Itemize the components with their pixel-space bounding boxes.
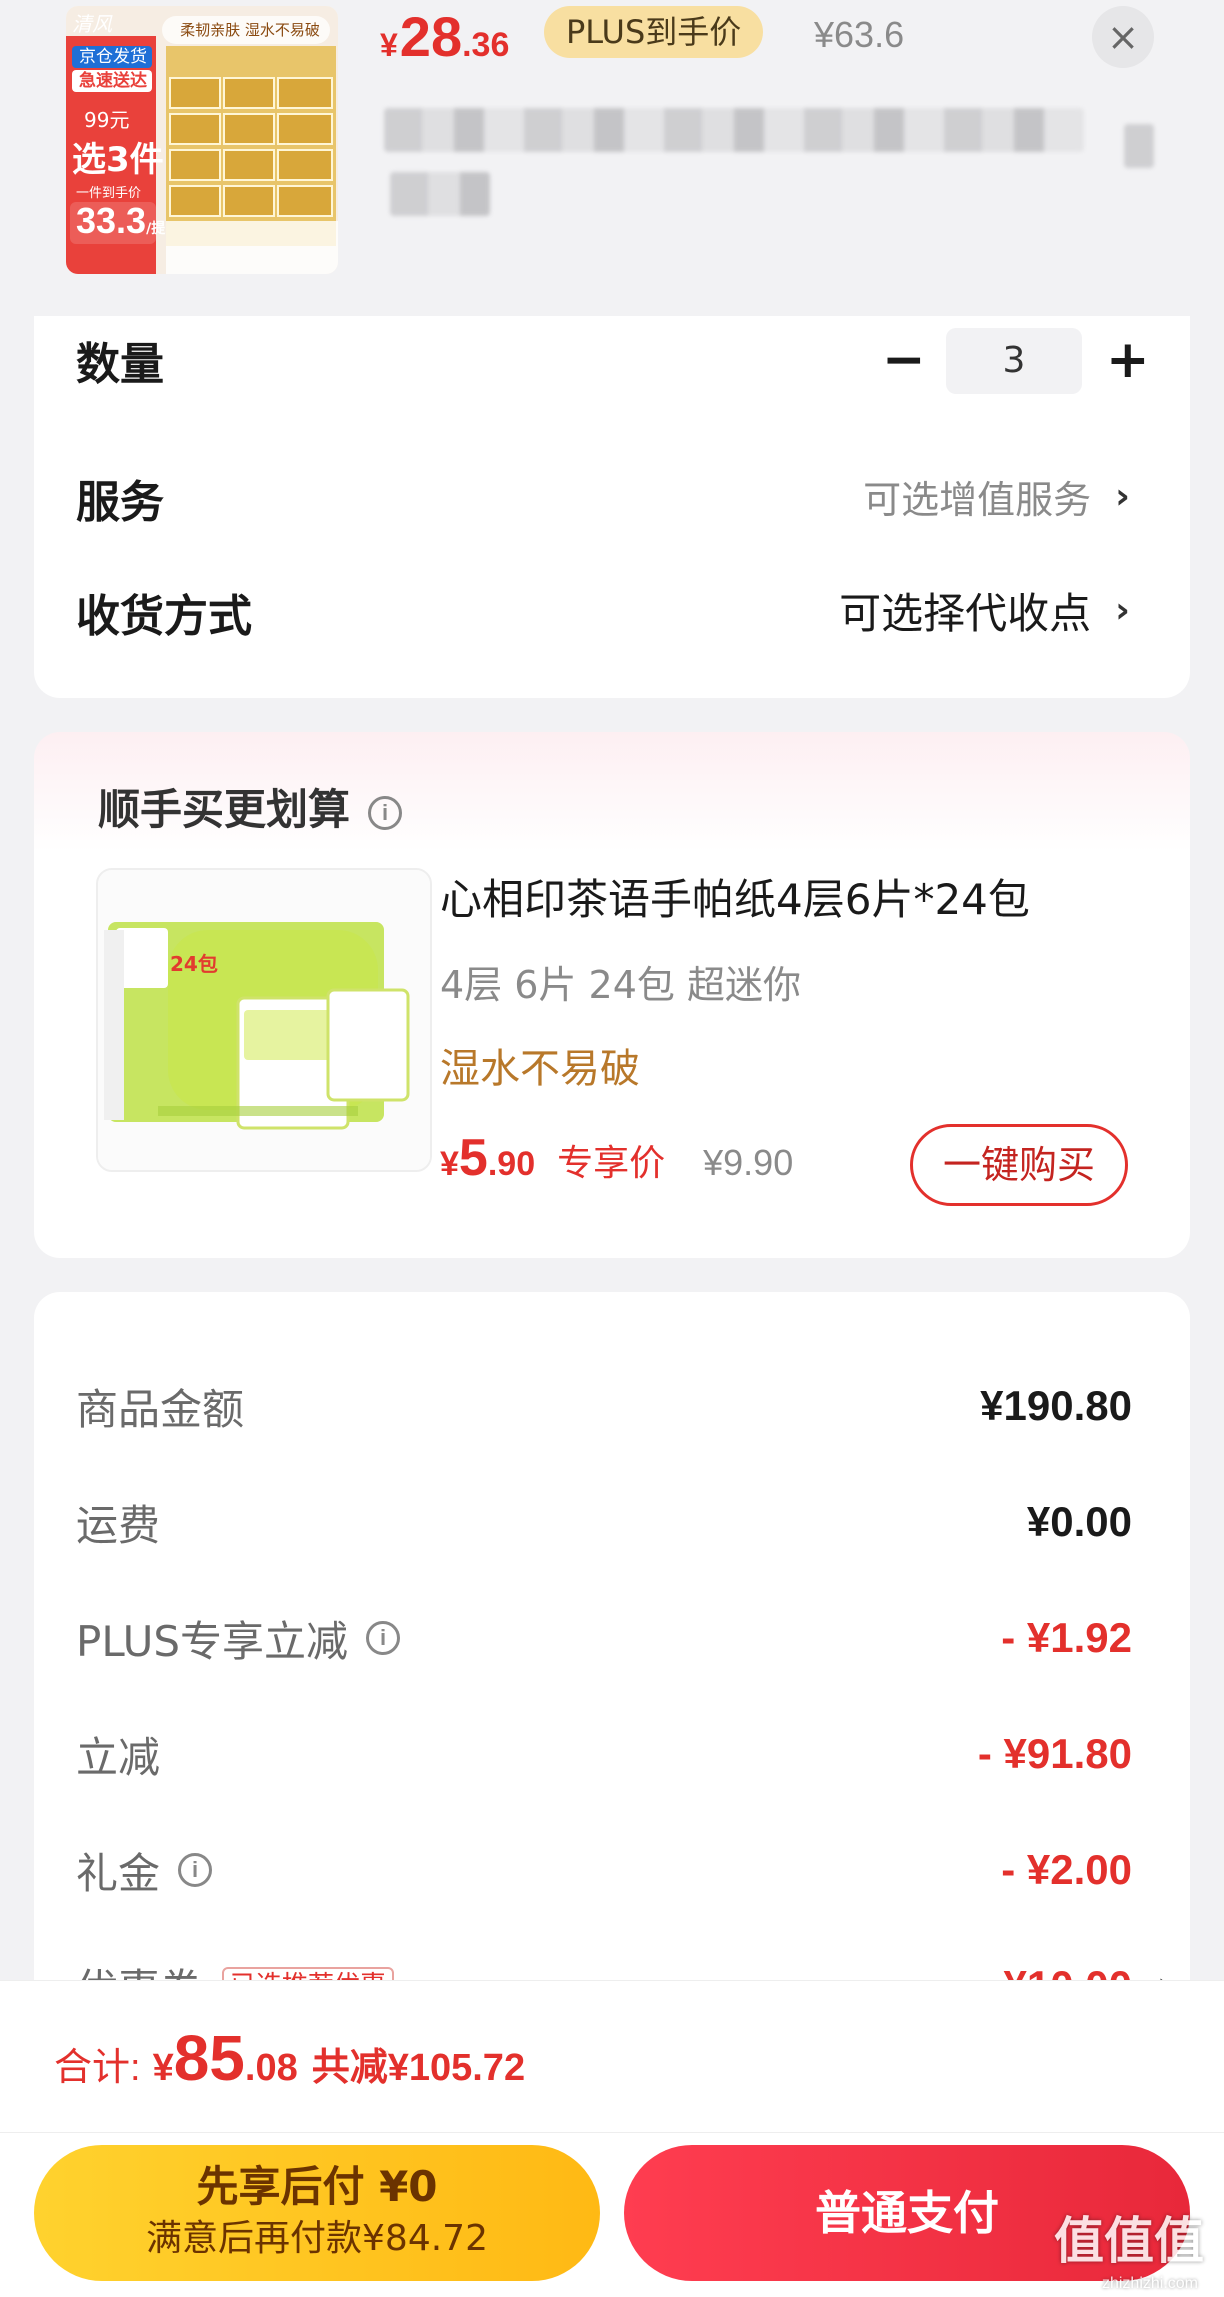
promo-pick: 选3件 [72, 140, 164, 180]
promo-price: 99元 [84, 108, 130, 132]
warehouse-badge: 京仓发货 [79, 47, 147, 67]
info-icon[interactable]: i [368, 795, 403, 830]
delivery-label: 收货方式 [76, 591, 252, 642]
total-savings: 共减¥105.72 [311, 2047, 526, 2089]
increment-button[interactable]: + [1106, 330, 1150, 390]
quantity-label: 数量 [76, 339, 164, 390]
decrement-button[interactable]: − [882, 330, 926, 390]
product-thumbnail[interactable]: 清风 京仓发货 急速送达 99元 选3件 柔韧亲肤 湿水不易破 一件到手价 33… [66, 6, 338, 274]
pocket-tissue-image [98, 870, 430, 1170]
redacted-title-line [390, 172, 490, 216]
addon-price: ¥ 5 .90 专享价 ¥9.90 [440, 1129, 794, 1187]
service-selector[interactable]: 可选增值服务 › [863, 466, 1130, 526]
one-click-buy-button[interactable]: 一键购买 [910, 1124, 1128, 1206]
service-label: 服务 [76, 477, 164, 528]
watermark-logo: 值值值 [1054, 2212, 1204, 2270]
addon-product-name[interactable]: 心相印茶语手帕纸4层6片*24包 [440, 866, 1030, 927]
order-total-bar: 合计: ¥ 85 .08 共减¥105.72 [0, 1980, 1224, 2132]
close-button[interactable]: × [1092, 6, 1154, 68]
addon-recommendation-card: 顺手买更划算 i 24包 心相印茶语手帕纸4层6片*24包 4层 6片 24包 超… [34, 732, 1190, 1258]
info-icon[interactable]: i [178, 1853, 213, 1887]
info-icon[interactable]: i [366, 1621, 401, 1655]
quantity-input[interactable]: 3 [946, 328, 1082, 394]
addon-product-image[interactable]: 24包 [96, 868, 432, 1172]
addon-product-tag: 湿水不易破 [440, 1046, 640, 1092]
chevron-right-icon: › [1115, 475, 1130, 517]
redacted-title-fragment [1124, 124, 1154, 168]
price-summary-card: 商品金额 ¥190.80 运费 ¥0.00 PLUS专享立减 i - ¥1.92 … [34, 1292, 1190, 2014]
chevron-right-icon: › [1115, 589, 1130, 631]
original-price: ¥63.6 [814, 14, 905, 55]
order-total: 合计: ¥ 85 .08 共减¥105.72 [54, 2022, 526, 2094]
summary-row-plus-discount: PLUS专享立减 i - ¥1.92 [76, 1614, 1132, 1666]
summary-row-subtotal: 商品金额 ¥190.80 [76, 1382, 1132, 1434]
product-header: 清风 京仓发货 急速送达 99元 选3件 柔韧亲肤 湿水不易破 一件到手价 33… [0, 0, 1224, 314]
watermark-url: zhizhizhi.com [1101, 2275, 1198, 2292]
summary-row-gift-credit: 礼金 i - ¥2.00 [76, 1846, 1132, 1898]
close-icon: × [1107, 15, 1139, 59]
delivery-selector[interactable]: 可选择代收点 › [839, 580, 1130, 640]
checkout-action-bar: 先享后付 ¥0 满意后再付款¥84.72 普通支付 值值值 zhizhizhi.… [0, 2132, 1224, 2297]
product-tagline: 柔韧亲肤 湿水不易破 [180, 21, 320, 39]
addon-product-spec: 4层 6片 24包 超迷你 [440, 963, 801, 1007]
brand-logo: 清风 [72, 12, 112, 36]
addon-original-price: ¥9.90 [703, 1142, 794, 1183]
member-price: ¥ 28 .36 [380, 5, 510, 68]
exclusive-price-label: 专享价 [557, 1143, 666, 1184]
pay-later-button[interactable]: 先享后付 ¥0 满意后再付款¥84.72 [34, 2145, 600, 2281]
summary-row-shipping: 运费 ¥0.00 [76, 1498, 1132, 1550]
pack-count-badge: 24包 [170, 952, 218, 976]
service-value: 可选增值服务 [863, 477, 1092, 522]
unit-price: 33.3 /提 [76, 200, 166, 241]
addon-title: 顺手买更划算 i [98, 776, 403, 837]
plus-price-badge: PLUS到手价 [544, 6, 764, 58]
delivery-value: 可选择代收点 [839, 588, 1092, 638]
summary-row-instant-discount: 立减 - ¥91.80 [76, 1730, 1132, 1782]
unit-price-label: 一件到手价 [76, 186, 142, 201]
order-options-card: 数量 − 3 + 服务 可选增值服务 › 收货方式 可选择代收点 › [34, 316, 1190, 698]
delivery-badge: 急速送达 [79, 71, 147, 91]
redacted-title-line [384, 108, 1084, 152]
